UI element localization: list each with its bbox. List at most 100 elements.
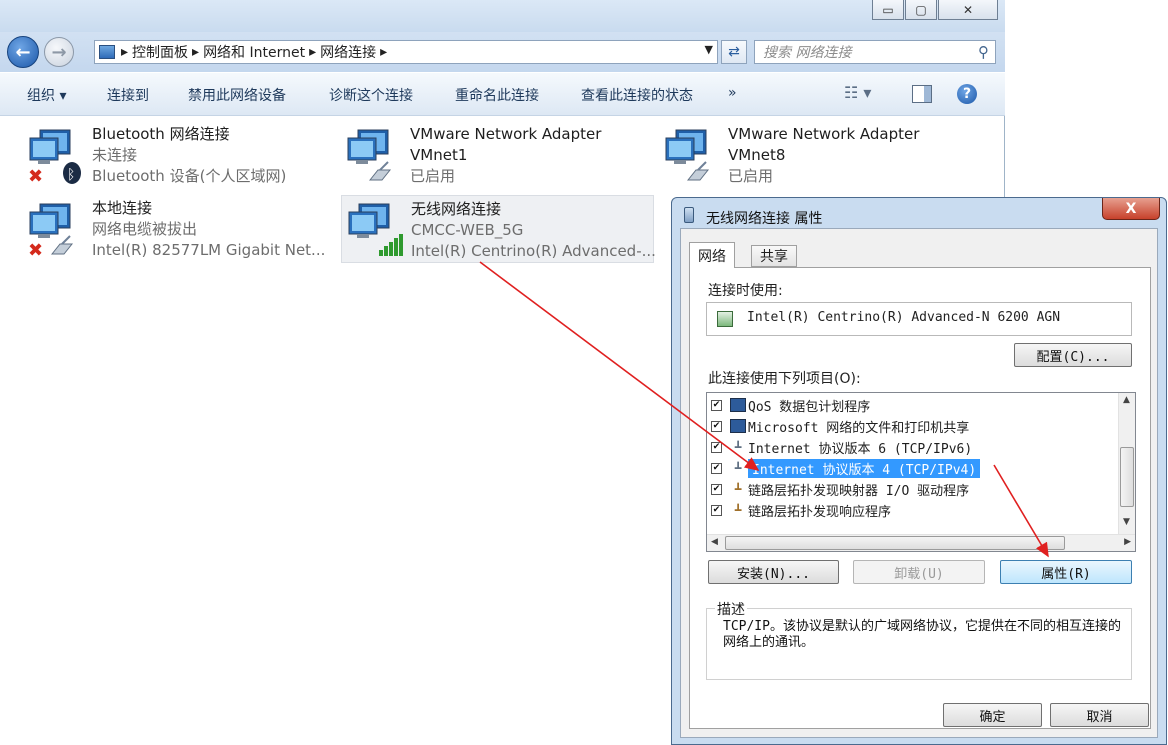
network-computer-icon: ✖ ᛒ: [28, 129, 81, 184]
breadcrumb-separator: ▸: [380, 44, 388, 60]
item-label: Microsoft 网络的文件和打印机共享: [748, 420, 970, 436]
rename-command[interactable]: 重命名此连接: [455, 85, 539, 105]
item-label: Internet 协议版本 4 (TCP/IPv4): [748, 458, 981, 478]
horizontal-scrollbar[interactable]: ◀ ▶: [707, 534, 1135, 551]
search-icon[interactable]: ⚲: [978, 43, 989, 61]
item-label: 链路层拓扑发现响应程序: [748, 504, 892, 520]
cancel-button[interactable]: 取消: [1050, 703, 1149, 727]
connection-name: 本地连接: [92, 199, 153, 217]
scroll-left-icon[interactable]: ◀: [711, 537, 718, 547]
help-icon[interactable]: ?: [957, 84, 977, 104]
item-label: Internet 协议版本 6 (TCP/IPv6): [748, 441, 973, 457]
svg-text:✖: ✖: [28, 240, 43, 258]
checkbox[interactable]: ✔: [711, 399, 722, 411]
maximize-button[interactable]: ▢: [905, 0, 937, 20]
address-dropdown-icon[interactable]: ▼: [705, 43, 713, 56]
refresh-icon: ⇄: [728, 44, 740, 60]
svg-text:✖: ✖: [28, 166, 43, 184]
list-item[interactable]: ✔ QoS 数据包计划程序: [711, 395, 870, 415]
tab-sharing[interactable]: 共享: [751, 245, 797, 267]
connection-device: Bluetooth 设备(个人区域网): [92, 167, 287, 185]
title-strip: ▭ ▢ ✕: [0, 0, 1005, 32]
checkbox[interactable]: ✔: [711, 462, 722, 474]
checkbox[interactable]: ✔: [711, 441, 722, 453]
more-commands-chevron[interactable]: »: [728, 85, 737, 101]
dialog-close-button[interactable]: X: [1102, 198, 1160, 220]
view-options-icon[interactable]: ☷ ▾: [844, 83, 871, 102]
diagnose-command[interactable]: 诊断这个连接: [329, 85, 413, 105]
breadcrumb-control-panel[interactable]: 控制面板: [132, 42, 188, 62]
preview-pane-icon[interactable]: [912, 85, 932, 103]
network-computer-icon: [347, 129, 392, 181]
breadcrumb-network-internet[interactable]: 网络和 Internet: [203, 42, 305, 62]
connection-status: 已启用: [728, 167, 774, 185]
forward-button[interactable]: →: [44, 37, 74, 67]
dialog-title: 无线网络连接 属性: [706, 211, 823, 227]
connect-using-label: 连接时使用:: [708, 283, 783, 299]
network-service-icon: [730, 398, 746, 412]
connection-item-bluetooth[interactable]: ✖ ᛒ Bluetooth 网络连接 未连接 Bluetooth 设备(个人区域…: [26, 124, 336, 188]
scroll-thumb[interactable]: [725, 536, 1065, 550]
properties-button[interactable]: 属性(R): [1000, 560, 1132, 584]
tab-network[interactable]: 网络: [689, 242, 735, 268]
search-placeholder: 搜索 网络连接: [763, 45, 852, 61]
breadcrumb-separator: ▸: [121, 44, 129, 60]
list-item[interactable]: ✔ ┻ 链路层拓扑发现响应程序: [711, 500, 891, 520]
items-list[interactable]: ✔ QoS 数据包计划程序 ✔ Microsoft 网络的文件和打印机共享 ✔ …: [706, 392, 1136, 552]
install-button[interactable]: 安装(N)...: [708, 560, 839, 584]
scroll-right-icon[interactable]: ▶: [1124, 537, 1131, 547]
network-computer-icon: [665, 129, 710, 181]
connection-item-vmnet8[interactable]: VMware Network Adapter VMnet8 已启用: [662, 124, 972, 188]
vertical-scrollbar[interactable]: ▲ ▼: [1118, 393, 1135, 535]
svg-text:ᛒ: ᛒ: [67, 167, 75, 183]
list-item[interactable]: ✔ ┻ Internet 协议版本 6 (TCP/IPv6): [711, 437, 972, 457]
control-panel-icon: [99, 45, 115, 59]
checkbox[interactable]: ✔: [711, 504, 722, 516]
item-label: 链路层拓扑发现映射器 I/O 驱动程序: [748, 483, 970, 499]
connect-to-command[interactable]: 连接到: [107, 85, 149, 105]
item-label: QoS 数据包计划程序: [748, 399, 871, 415]
uninstall-button: 卸载(U): [853, 560, 985, 584]
organize-menu[interactable]: 组织 ▾: [27, 85, 66, 105]
protocol-icon: ┻: [734, 503, 742, 517]
list-item[interactable]: ✔ ┻ 链路层拓扑发现映射器 I/O 驱动程序: [711, 479, 969, 499]
scroll-down-icon[interactable]: ▼: [1123, 517, 1130, 527]
adapter-field: Intel(R) Centrino(R) Advanced-N 6200 AGN: [706, 302, 1132, 336]
connection-item-local[interactable]: ✖ 本地连接 网络电缆被拔出 Intel(R) 82577LM Gigabit …: [26, 198, 336, 262]
scroll-thumb[interactable]: [1120, 447, 1134, 507]
minimize-button[interactable]: ▭: [872, 0, 904, 20]
adapter-icon: [717, 311, 733, 327]
connection-adapter: VMnet8: [728, 146, 786, 164]
breadcrumb-network-connections[interactable]: 网络连接: [320, 42, 376, 62]
connection-status: 未连接: [92, 146, 138, 164]
connection-adapter: VMnet1: [410, 146, 468, 164]
connection-item-vmnet1[interactable]: VMware Network Adapter VMnet1 已启用: [344, 124, 654, 188]
configure-button[interactable]: 配置(C)...: [1014, 343, 1132, 367]
maximize-icon: ▢: [915, 2, 927, 17]
connection-name: Bluetooth 网络连接: [92, 125, 230, 143]
search-input[interactable]: 搜索 网络连接 ⚲: [754, 40, 996, 64]
list-item-selected[interactable]: ✔ ┻ Internet 协议版本 4 (TCP/IPv4): [711, 458, 981, 478]
connection-item-wireless[interactable]: 无线网络连接 CMCC-WEB_5G Intel(R) Centrino(R) …: [341, 195, 656, 263]
dialog-body: 网络 共享 连接时使用: Intel(R) Centrino(R) Advanc…: [680, 228, 1158, 738]
ok-button[interactable]: 确定: [943, 703, 1042, 727]
network-computer-icon: [348, 203, 403, 256]
disable-device-command[interactable]: 禁用此网络设备: [188, 85, 286, 105]
refresh-button[interactable]: ⇄: [721, 40, 747, 64]
protocol-icon: ┻: [734, 440, 742, 454]
protocol-icon: ┻: [734, 461, 742, 475]
checkbox[interactable]: ✔: [711, 483, 722, 495]
scroll-up-icon[interactable]: ▲: [1123, 395, 1130, 405]
connection-name: VMware Network Adapter: [410, 125, 602, 143]
list-item[interactable]: ✔ Microsoft 网络的文件和打印机共享: [711, 416, 969, 436]
close-window-button[interactable]: ✕: [938, 0, 998, 20]
description-group: 描述 TCP/IP。该协议是默认的广域网络协议，它提供在不同的相互连接的网络上的…: [706, 599, 1132, 680]
back-button[interactable]: ←: [7, 36, 39, 68]
network-adapter-icon: [684, 207, 694, 223]
command-bar: 组织 ▾ 连接到 禁用此网络设备 诊断这个连接 重命名此连接 查看此连接的状态 …: [0, 72, 1005, 116]
breadcrumb-separator: ▸: [192, 44, 200, 60]
checkbox[interactable]: ✔: [711, 420, 722, 432]
address-box[interactable]: ▸ 控制面板 ▸ 网络和 Internet ▸ 网络连接 ▸ ▼: [94, 40, 718, 64]
back-arrow-icon: ←: [15, 41, 31, 63]
view-status-command[interactable]: 查看此连接的状态: [581, 85, 693, 105]
